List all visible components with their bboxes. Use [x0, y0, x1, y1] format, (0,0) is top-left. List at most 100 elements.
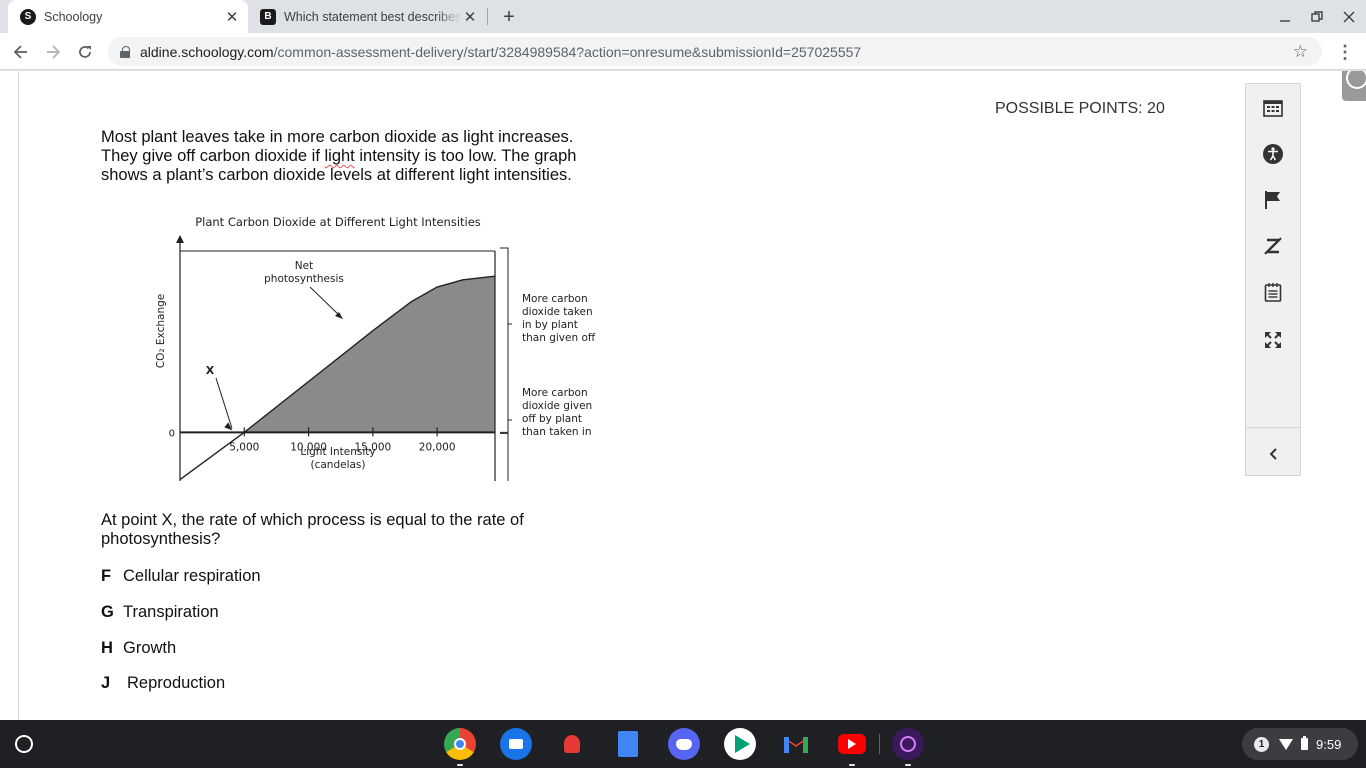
- answer-text: Growth: [123, 639, 177, 657]
- answer-option-j[interactable]: J Reproduction: [101, 674, 225, 693]
- forward-arrow-icon[interactable]: [40, 39, 66, 65]
- point-x-pointer: [215, 377, 233, 429]
- chart-title: Plant Carbon Dioxide at Different Light …: [195, 215, 481, 229]
- co2-chart-svg: Plant Carbon Dioxide at Different Light …: [155, 215, 596, 509]
- strikethrough-tool-icon[interactable]: [1246, 226, 1300, 266]
- brainly-favicon-icon: B: [260, 8, 276, 25]
- plot-area: 05,000 10,000 15,000 20,000Light Intensity(…: [155, 235, 596, 509]
- discord-app-icon[interactable]: [668, 728, 700, 760]
- notepad-icon[interactable]: [1246, 272, 1300, 312]
- bookmark-star-icon[interactable]: ☆: [1293, 42, 1308, 62]
- calendar-icon[interactable]: [1246, 88, 1300, 128]
- x-tick-label: 20,000: [419, 441, 456, 453]
- running-indicator: [457, 764, 463, 766]
- passage-line: Most plant leaves take in more carbon di…: [101, 128, 574, 146]
- tab-strip: S Schoology ✕ B Which statement best des…: [0, 0, 1366, 33]
- below-bracket-label: off by plant: [522, 413, 582, 425]
- address-bar[interactable]: aldine.schoology.com/common-assessment-d…: [108, 37, 1322, 66]
- accessibility-icon[interactable]: [1246, 134, 1300, 174]
- passage-line: They give off carbon dioxide if light in…: [101, 147, 661, 166]
- passage-line: shows a plant’s carbon dioxide levels at…: [101, 166, 572, 184]
- battery-icon: [1301, 736, 1308, 750]
- assessment-tools-panel: [1245, 83, 1301, 476]
- clock-time: 9:59: [1316, 736, 1342, 752]
- tab-brainly[interactable]: B Which statement best describes ✕: [250, 0, 486, 33]
- google-docs-app-icon[interactable]: [612, 728, 644, 760]
- browser-menu-icon[interactable]: ⋮: [1335, 39, 1355, 65]
- browser-toolbar: aldine.schoology.com/common-assessment-d…: [0, 33, 1366, 70]
- restore-window-icon[interactable]: [1306, 6, 1328, 28]
- passage-text: intensity is too low. The graph: [354, 147, 577, 165]
- running-indicator: [849, 764, 855, 766]
- os-shelf: 1 9:59: [0, 720, 1366, 768]
- play-store-app-icon[interactable]: [724, 728, 756, 760]
- y-axis-label: CO₂ Exchange: [155, 294, 167, 368]
- below-bracket-label: More carbon: [522, 387, 588, 399]
- running-indicator: [905, 764, 911, 766]
- answer-text: Cellular respiration: [123, 567, 261, 585]
- youtube-app-icon[interactable]: [836, 728, 868, 760]
- answer-letter: G: [101, 603, 114, 621]
- flag-icon[interactable]: [1246, 180, 1300, 220]
- wifi-icon: [1279, 738, 1293, 750]
- net-photosynthesis-area: [244, 276, 495, 433]
- tab-separator: [487, 8, 488, 25]
- answer-option-g[interactable]: G Transpiration: [101, 603, 219, 622]
- close-window-icon[interactable]: [1338, 6, 1360, 28]
- possible-points: POSSIBLE POINTS: 20: [995, 100, 1165, 117]
- url-host: aldine.schoology.com: [140, 43, 274, 60]
- spellcheck-word: light: [324, 147, 355, 165]
- schoology-favicon-icon: S: [20, 8, 36, 25]
- new-tab-button[interactable]: +: [498, 6, 520, 28]
- shelf-separator: [879, 734, 880, 754]
- answer-letter: H: [101, 639, 113, 657]
- minimize-icon[interactable]: [1274, 6, 1296, 28]
- close-tab-icon[interactable]: ✕: [462, 9, 478, 26]
- point-x-label: X: [206, 364, 215, 377]
- question-prompt: At point X, the rate of which process is…: [101, 511, 524, 548]
- photosynthesis-label: photosynthesis: [264, 273, 344, 285]
- custom-app-icon[interactable]: [892, 728, 924, 760]
- above-bracket: [500, 247, 509, 433]
- question-passage: Most plant leaves take in more carbon di…: [101, 128, 661, 185]
- launcher-icon[interactable]: [12, 732, 36, 756]
- notification-count-badge: 1: [1254, 736, 1269, 752]
- x-axis-label: Light Intensity: [300, 446, 375, 458]
- below-bracket-label: dioxide given: [522, 400, 592, 412]
- x-tick-label: 5,000: [229, 441, 259, 453]
- lock-icon: [120, 45, 130, 58]
- collapse-panel-chevron-left-icon[interactable]: [1246, 434, 1300, 474]
- gmail-app-icon[interactable]: [780, 728, 812, 760]
- corner-clock-icon[interactable]: [1342, 71, 1366, 101]
- net-pointer-arrow: [335, 312, 343, 319]
- above-bracket-label: dioxide taken: [522, 306, 593, 318]
- reload-icon[interactable]: [72, 39, 98, 65]
- answer-text: Transpiration: [123, 603, 219, 621]
- answer-letter: J: [101, 674, 111, 692]
- tab-title: Which statement best describes: [284, 9, 462, 24]
- close-tab-icon[interactable]: ✕: [224, 9, 240, 26]
- status-tray[interactable]: 1 9:59: [1242, 728, 1358, 760]
- y-axis-arrow: [176, 235, 184, 243]
- among-us-app-icon[interactable]: [556, 728, 588, 760]
- back-arrow-icon[interactable]: [8, 39, 34, 65]
- below-bracket-label: than taken in: [522, 426, 591, 438]
- panel-divider: [1246, 427, 1300, 428]
- y-zero-label: 0: [169, 428, 175, 439]
- tab-schoology[interactable]: S Schoology ✕: [8, 0, 248, 33]
- x-axis-unit: (candelas): [310, 459, 365, 471]
- passage-text: They give off carbon dioxide if: [101, 147, 325, 165]
- answer-letter: F: [101, 567, 112, 585]
- fullscreen-icon[interactable]: [1246, 320, 1300, 360]
- answer-option-h[interactable]: H Growth: [101, 639, 176, 658]
- chrome-app-icon[interactable]: [444, 728, 476, 760]
- above-bracket-label: in by plant: [522, 319, 578, 331]
- answer-option-f[interactable]: F Cellular respiration: [101, 567, 261, 586]
- url-path: /common-assessment-delivery/start/328498…: [273, 43, 862, 60]
- net-pointer-line: [309, 286, 341, 317]
- tab-title: Schoology: [44, 9, 103, 24]
- below-bracket: [500, 432, 509, 506]
- above-bracket-label: More carbon: [522, 293, 588, 305]
- messages-app-icon[interactable]: [500, 728, 532, 760]
- above-bracket-label: than given off: [522, 332, 596, 344]
